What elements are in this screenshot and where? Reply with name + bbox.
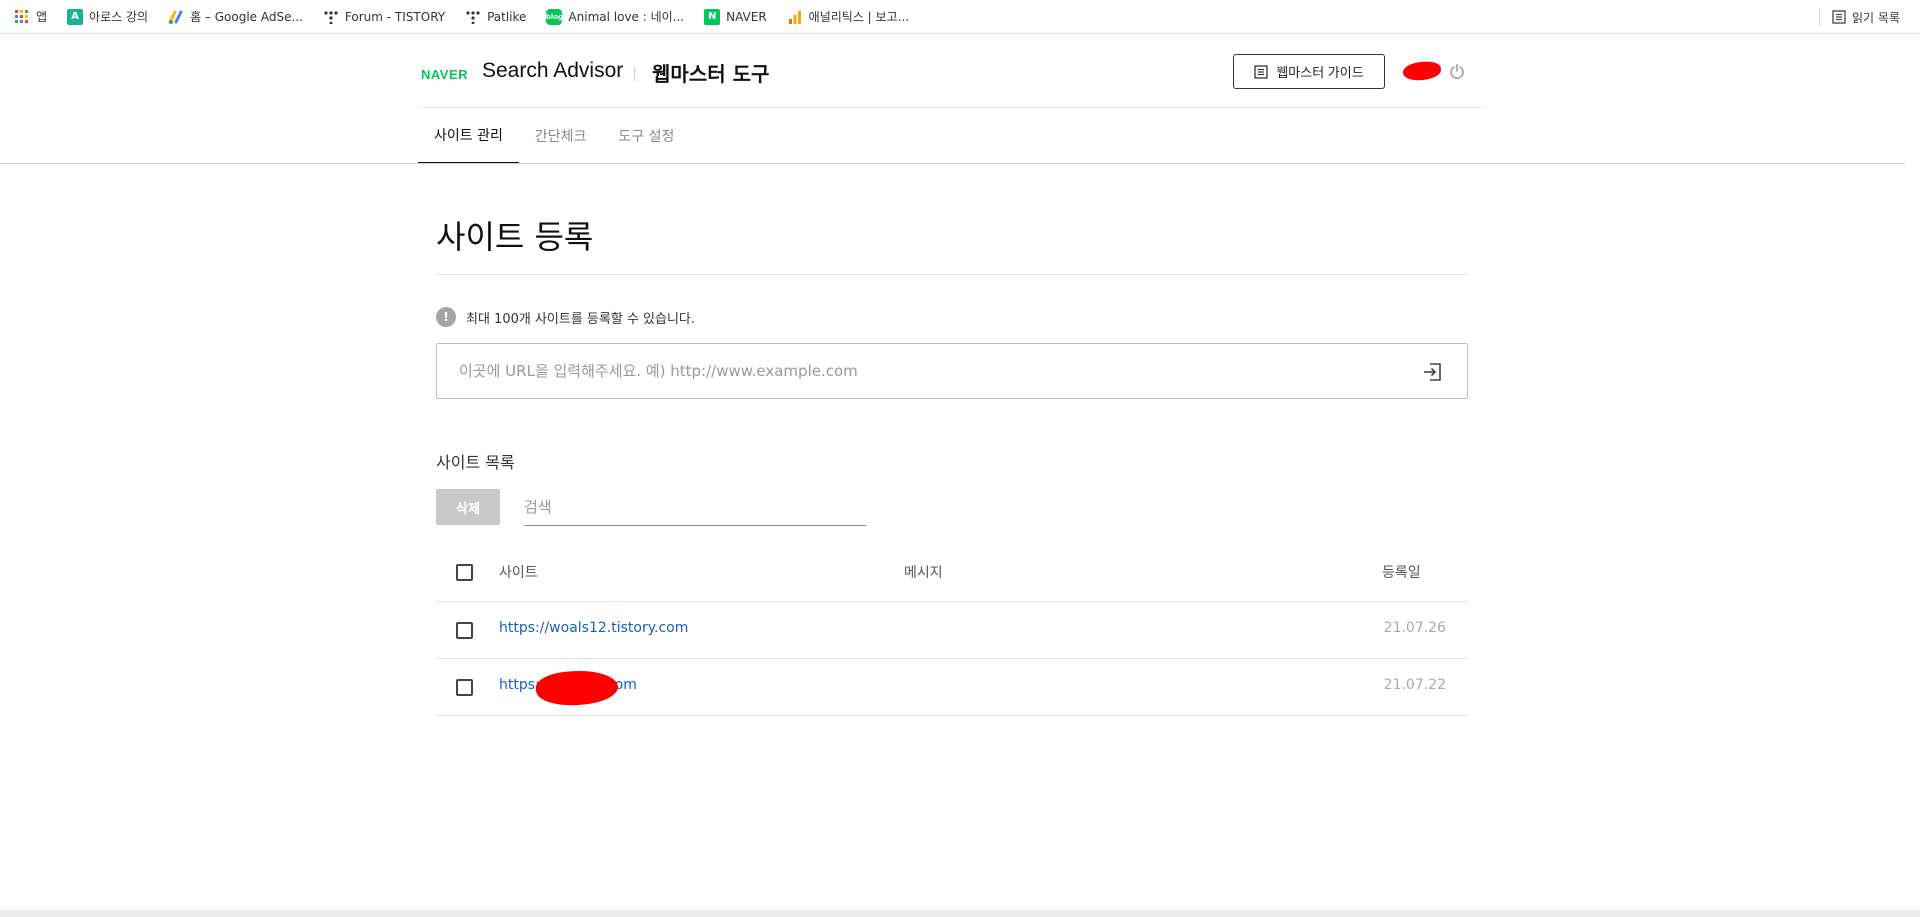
tistory-icon	[323, 9, 339, 25]
tistory-icon	[465, 9, 481, 25]
title-divider	[436, 274, 1468, 275]
logo-divider	[634, 67, 635, 81]
reading-list-icon	[1832, 10, 1846, 24]
reading-list-label: 읽기 목록	[1852, 10, 1900, 25]
bookmark-apps[interactable]: 앱	[14, 8, 47, 25]
column-header-date: 등록일	[1382, 565, 1421, 581]
bookmark-label: 앱	[36, 10, 48, 24]
url-input-box	[436, 343, 1468, 399]
naver-logo[interactable]: NAVER	[421, 67, 468, 82]
bookmark-label: Forum - TISTORY	[344, 9, 446, 24]
analytics-icon	[787, 9, 803, 25]
a-icon: A	[67, 8, 84, 25]
site-table: 사이트 메시지 등록일 https://woals12.tistory.com …	[436, 544, 1468, 716]
redaction-mark	[535, 668, 619, 708]
table-row: https:// .com 21.07.22	[436, 659, 1468, 716]
search-advisor-logo[interactable]: Search Advisor	[482, 59, 623, 83]
bottom-bar	[0, 910, 1920, 917]
column-header-message: 메시지	[904, 565, 943, 581]
delete-button[interactable]: 삭제	[436, 489, 500, 525]
page-title: 사이트 등록	[436, 218, 594, 256]
bookmarks-bar: 앱 A 아로스 강의 홈 – Google AdSe... Forum - TI…	[0, 0, 1920, 34]
bookmark-label: 아로스 강의	[89, 10, 149, 24]
notice: ! 최대 100개 사이트를 등록할 수 있습니다.	[436, 307, 695, 327]
power-icon[interactable]	[1447, 61, 1467, 81]
tab-site-management[interactable]: 사이트 관리	[418, 108, 519, 164]
guide-button-label: 웹마스터 가이드	[1276, 65, 1364, 80]
site-search	[524, 489, 866, 526]
notice-text: 최대 100개 사이트를 등록할 수 있습니다.	[466, 311, 696, 327]
blog-icon: blog	[546, 8, 563, 25]
bookmark-label: Animal love : 네이...	[568, 10, 685, 24]
vertical-scrollbar[interactable]	[1905, 34, 1920, 911]
registration-date: 21.07.22	[1383, 677, 1446, 693]
adsense-icon	[168, 9, 184, 25]
table-header-row: 사이트 메시지 등록일	[436, 544, 1468, 602]
url-input[interactable]	[459, 344, 1379, 398]
book-icon	[1254, 64, 1268, 79]
bookmark-analytics[interactable]: 애널리틱스 | 보고...	[787, 8, 909, 25]
registration-date: 21.07.26	[1383, 620, 1446, 636]
table-row: https://woals12.tistory.com 21.07.26	[436, 602, 1468, 659]
apps-grid-icon	[14, 9, 30, 25]
avatar[interactable]	[1402, 60, 1442, 82]
column-header-site: 사이트	[499, 565, 538, 581]
bookmark-label: 애널리틱스 | 보고...	[808, 10, 910, 24]
bookmark-patlike[interactable]: Patlike	[465, 9, 526, 25]
info-icon: !	[436, 307, 456, 327]
bookmark-forum-tistory[interactable]: Forum - TISTORY	[323, 9, 445, 25]
select-all-checkbox[interactable]	[456, 564, 473, 581]
bookmark-label: NAVER	[726, 9, 767, 24]
main-tabs: 사이트 관리 간단체크 도구 설정	[418, 108, 690, 164]
bookmark-naver[interactable]: N NAVER	[704, 8, 767, 25]
webmaster-guide-button[interactable]: 웹마스터 가이드	[1233, 54, 1385, 89]
row-checkbox[interactable]	[456, 622, 473, 639]
bookmark-label: 홈 – Google AdSe...	[190, 10, 303, 24]
site-list-title: 사이트 목록	[436, 453, 515, 472]
webmaster-tool-title[interactable]: 웹마스터 도구	[652, 58, 769, 87]
tab-simple-check[interactable]: 간단체크	[519, 108, 603, 164]
search-input[interactable]	[524, 489, 866, 525]
bookmark-adsense[interactable]: 홈 – Google AdSe...	[168, 8, 303, 25]
naver-icon: N	[704, 8, 721, 25]
tabs-divider	[0, 163, 1905, 164]
bookmark-aros[interactable]: A 아로스 강의	[67, 8, 148, 25]
site-header: NAVER Search Advisor 웹마스터 도구 웹마스터 가이드	[418, 34, 1486, 108]
separator	[1819, 8, 1821, 26]
reading-list[interactable]: 읽기 목록	[1819, 0, 1900, 34]
tab-tool-settings[interactable]: 도구 설정	[602, 108, 690, 164]
bookmark-animal-love[interactable]: blog Animal love : 네이...	[546, 8, 684, 25]
bookmark-label: Patlike	[487, 9, 527, 24]
row-checkbox[interactable]	[456, 679, 473, 696]
site-link[interactable]: https://woals12.tistory.com	[499, 620, 688, 636]
submit-url-icon[interactable]	[1421, 361, 1443, 383]
